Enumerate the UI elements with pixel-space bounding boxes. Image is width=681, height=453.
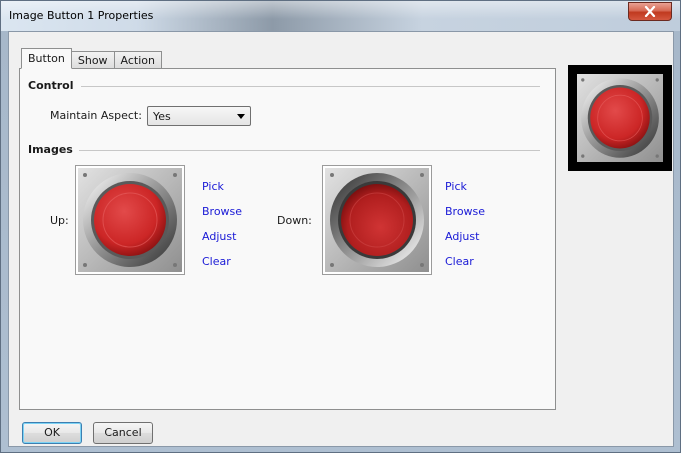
down-adjust-link[interactable]: Adjust xyxy=(445,230,479,243)
title-bar: Image Button 1 Properties xyxy=(1,1,680,31)
control-section-title: Control xyxy=(28,79,74,92)
tab-strip: Button Show Action xyxy=(21,48,162,69)
close-button[interactable] xyxy=(628,2,672,21)
maintain-aspect-label: Maintain Aspect: xyxy=(50,109,142,122)
up-pick-link[interactable]: Pick xyxy=(202,180,224,193)
down-clear-link[interactable]: Clear xyxy=(445,255,474,268)
red-push-button-preview-image xyxy=(577,74,663,162)
down-image-preview xyxy=(322,165,432,275)
up-image-label: Up: xyxy=(50,214,69,227)
tab-show[interactable]: Show xyxy=(70,51,115,69)
down-pick-link[interactable]: Pick xyxy=(445,180,467,193)
tab-panel: Control Maintain Aspect: Yes Images Up: xyxy=(19,68,556,410)
maintain-aspect-select[interactable]: Yes xyxy=(147,106,251,126)
control-divider xyxy=(81,86,540,87)
up-clear-link[interactable]: Clear xyxy=(202,255,231,268)
cancel-button[interactable]: Cancel xyxy=(93,422,153,444)
tab-action[interactable]: Action xyxy=(113,51,162,69)
chevron-down-icon xyxy=(237,114,245,119)
down-image-label: Down: xyxy=(277,214,312,227)
red-push-button-up-image xyxy=(78,168,182,272)
up-browse-link[interactable]: Browse xyxy=(202,205,242,218)
up-image-preview xyxy=(75,165,185,275)
dialog-window: Image Button 1 Properties Button Show Ac… xyxy=(0,0,681,453)
red-push-button-down-image xyxy=(325,168,429,272)
down-browse-link[interactable]: Browse xyxy=(445,205,485,218)
window-title: Image Button 1 Properties xyxy=(9,9,154,22)
images-divider xyxy=(79,150,540,151)
images-section-title: Images xyxy=(28,143,73,156)
ok-button[interactable]: OK xyxy=(22,422,82,444)
close-icon xyxy=(644,6,656,17)
up-adjust-link[interactable]: Adjust xyxy=(202,230,236,243)
dialog-client-area: Button Show Action Control Maintain Aspe… xyxy=(8,31,674,447)
maintain-aspect-value: Yes xyxy=(153,110,171,123)
tab-button[interactable]: Button xyxy=(21,48,72,69)
button-preview xyxy=(568,65,672,171)
